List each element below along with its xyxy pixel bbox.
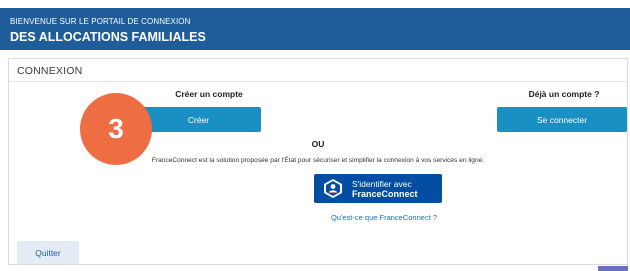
franceconnect-button-line1: S'identifier avec	[352, 179, 412, 189]
header-welcome-text: BIENVENUE SUR LE PORTAIL DE CONNEXION	[10, 17, 191, 26]
portal-header: BIENVENUE SUR LE PORTAIL DE CONNEXION DE…	[0, 8, 630, 50]
franceconnect-button-line2: FranceConnect	[352, 189, 418, 199]
corner-decoration	[598, 266, 628, 271]
login-button[interactable]: Se connecter	[497, 107, 627, 132]
existing-account-label: Déjà un compte ?	[528, 89, 600, 99]
quit-button[interactable]: Quitter	[17, 241, 79, 264]
franceconnect-logo-icon	[324, 179, 342, 198]
franceconnect-button[interactable]: S'identifier avec FranceConnect	[314, 174, 442, 203]
page: BIENVENUE SUR LE PORTAIL DE CONNEXION DE…	[0, 0, 630, 271]
create-account-button[interactable]: Créer	[136, 107, 261, 132]
franceconnect-info-link[interactable]: Qu'est-ce que FranceConnect ?	[9, 213, 630, 222]
create-account-label: Créer un compte	[175, 89, 243, 99]
panel-divider	[9, 81, 627, 82]
panel-title: CONNEXION	[17, 65, 83, 77]
header-title: DES ALLOCATIONS FAMILIALES	[10, 30, 206, 44]
step-number-badge: 3	[80, 93, 152, 165]
